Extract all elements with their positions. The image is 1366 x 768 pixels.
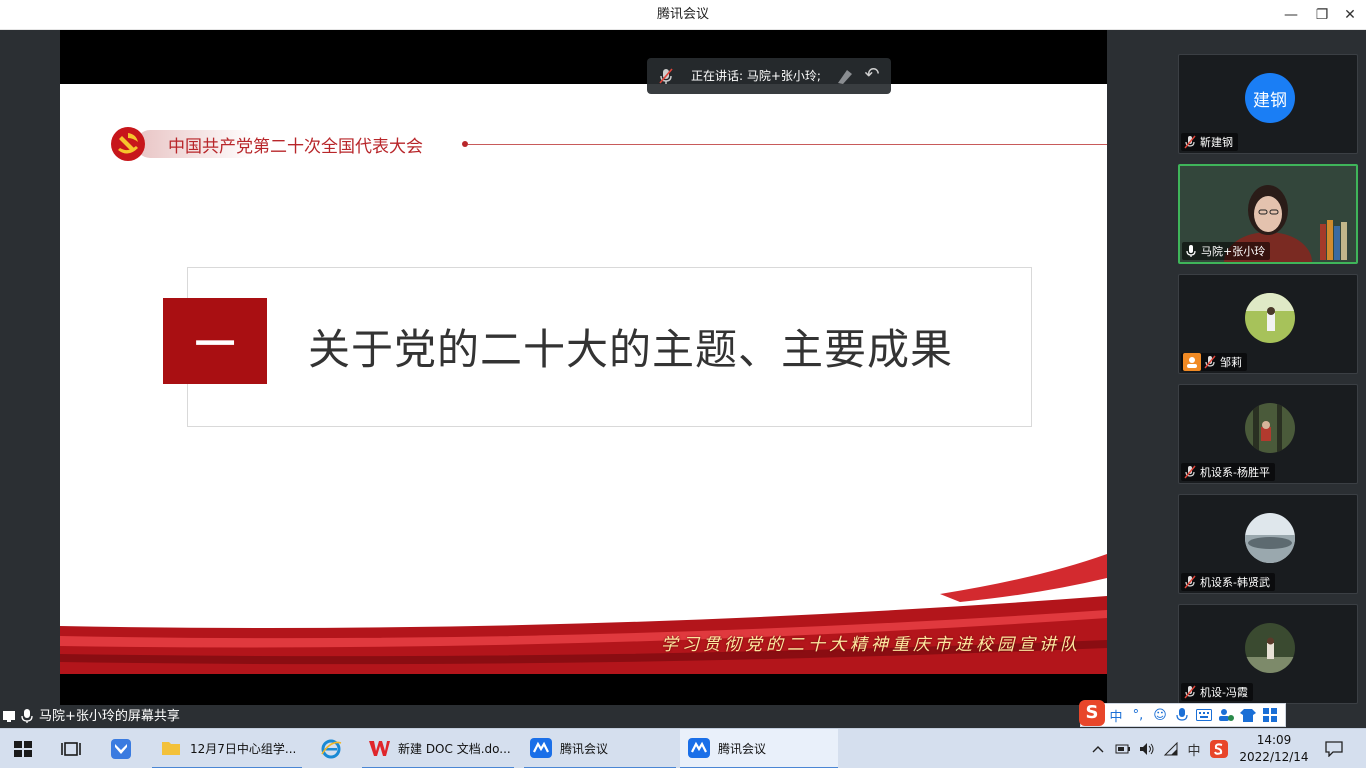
muted-mic-icon bbox=[659, 68, 673, 84]
muted-mic-icon bbox=[1184, 685, 1196, 699]
participant-name: 机设系-杨胜平 bbox=[1200, 466, 1270, 479]
participant-name: 机设-冯霞 bbox=[1200, 686, 1248, 699]
input-language-indicator[interactable]: 中 bbox=[1184, 729, 1204, 768]
title-bar: 腾讯会议 — ❐ ✕ bbox=[0, 0, 1366, 30]
section-number-box: 一 bbox=[163, 298, 267, 384]
slide-header: 中国共产党第二十次全国代表大会 bbox=[106, 124, 1107, 164]
wifi-icon[interactable] bbox=[1160, 729, 1182, 768]
speaking-label: 正在讲话: 马院+张小玲; bbox=[691, 69, 821, 83]
section-number: 一 bbox=[195, 322, 235, 368]
ie-browser-icon bbox=[321, 739, 342, 759]
red-ribbon-decoration bbox=[60, 554, 1107, 674]
taskbar-item-label: 新建 DOC 文档.do... bbox=[398, 741, 511, 756]
feishu-app-icon bbox=[111, 739, 131, 759]
avatar bbox=[1245, 623, 1295, 673]
participant-name-bar: 机设系-韩贤武 bbox=[1181, 573, 1275, 591]
taskbar-item-wps[interactable]: 新建 DOC 文档.do... bbox=[362, 729, 514, 768]
header-rule bbox=[468, 144, 1107, 145]
muted-mic-icon bbox=[1184, 135, 1196, 149]
close-button[interactable]: ✕ bbox=[1333, 0, 1366, 30]
skin-shirt-icon[interactable] bbox=[1237, 704, 1259, 726]
voice-input-icon[interactable] bbox=[1171, 704, 1193, 726]
participant-tile[interactable]: 机设-冯霞 bbox=[1178, 604, 1358, 704]
toolbox-grid-icon[interactable] bbox=[1259, 704, 1281, 726]
ime-toolbar: S 中 °, ☺ bbox=[1079, 700, 1286, 727]
shared-screen-area: 中国共产党第二十次全国代表大会 一 关于党的二十大的主题、主要成果 学习贯彻党的… bbox=[0, 30, 1168, 705]
keyboard-icon[interactable] bbox=[1193, 704, 1215, 726]
participant-tile[interactable]: 邹莉 bbox=[1178, 274, 1358, 374]
task-view-button[interactable] bbox=[60, 729, 86, 768]
sogou-logo-icon[interactable]: S bbox=[1079, 700, 1105, 726]
pinned-app-ie[interactable] bbox=[320, 729, 346, 768]
participant-name-bar: 机设系-杨胜平 bbox=[1181, 463, 1275, 481]
speaking-indicator: 正在讲话: 马院+张小玲; ↶ bbox=[647, 58, 891, 94]
party-emblem-icon bbox=[111, 127, 145, 161]
muted-mic-icon bbox=[1184, 575, 1196, 589]
annotation-pen-icon[interactable] bbox=[835, 66, 855, 86]
mic-icon bbox=[21, 709, 33, 723]
wps-icon bbox=[369, 741, 390, 756]
participant-tile[interactable]: 建钢 靳建钢 bbox=[1178, 54, 1358, 154]
taskbar-item-label: 腾讯会议 bbox=[560, 741, 609, 756]
sogou-tray-icon[interactable] bbox=[1208, 729, 1230, 768]
participant-name: 马院+张小玲 bbox=[1201, 245, 1266, 258]
clock-time: 14:09 bbox=[1256, 733, 1292, 747]
mic-icon bbox=[1186, 245, 1196, 257]
avatar bbox=[1245, 403, 1295, 453]
start-button[interactable] bbox=[12, 729, 38, 768]
participant-name: 机设系-韩贤武 bbox=[1200, 576, 1270, 589]
participant-name-bar: 靳建钢 bbox=[1181, 133, 1238, 151]
screen-share-label: 马院+张小玲的屏幕共享 bbox=[39, 709, 180, 724]
muted-mic-icon bbox=[1184, 465, 1196, 479]
minimize-button[interactable]: — bbox=[1274, 0, 1308, 30]
participant-name: 靳建钢 bbox=[1200, 136, 1233, 149]
notification-center-icon[interactable] bbox=[1322, 729, 1346, 768]
windows-logo-icon bbox=[14, 741, 32, 757]
participants-panel: 建钢 靳建钢 马院+张小玲 邹莉 机设系-杨胜平 机设系-韩贤武 机设-冯霞 bbox=[1168, 30, 1366, 728]
task-view-icon bbox=[61, 742, 81, 756]
volume-icon[interactable] bbox=[1136, 729, 1158, 768]
participant-name: 邹莉 bbox=[1220, 356, 1242, 369]
window-title: 腾讯会议 bbox=[656, 7, 709, 22]
section-topic: 关于党的二十大的主题、主要成果 bbox=[308, 325, 954, 374]
muted-mic-icon bbox=[1204, 355, 1216, 369]
taskbar-item-tencent-meeting[interactable]: 腾讯会议 bbox=[524, 729, 676, 768]
taskbar-item-folder[interactable]: 12月7日中心组学... bbox=[152, 729, 302, 768]
participant-tile[interactable]: 机设系-杨胜平 bbox=[1178, 384, 1358, 484]
participant-name-bar: 机设-冯霞 bbox=[1181, 683, 1253, 701]
windows-taskbar: 12月7日中心组学... 新建 DOC 文档.do... 腾讯会议 腾讯会议 中… bbox=[0, 728, 1366, 768]
avatar bbox=[1245, 293, 1295, 343]
avatar: 建钢 bbox=[1245, 73, 1295, 123]
taskbar-item-label: 腾讯会议 bbox=[718, 741, 767, 756]
participant-name-bar: 邹莉 bbox=[1181, 353, 1247, 371]
tencent-meeting-icon bbox=[688, 738, 710, 758]
host-badge-icon bbox=[1183, 353, 1201, 371]
participant-tile[interactable]: 机设系-韩贤武 bbox=[1178, 494, 1358, 594]
clock-date: 2022/12/14 bbox=[1239, 750, 1309, 764]
participant-name-bar: 马院+张小玲 bbox=[1182, 242, 1271, 260]
congress-title: 中国共产党第二十次全国代表大会 bbox=[168, 137, 423, 157]
tencent-meeting-icon bbox=[530, 738, 552, 758]
screen-share-status: 马院+张小玲的屏幕共享 bbox=[0, 705, 1168, 728]
pinned-app-feishu[interactable] bbox=[110, 729, 136, 768]
slide-motto: 学习贯彻党的二十大精神重庆市进校园宣讲队 bbox=[661, 635, 1081, 655]
ime-mode-toggle[interactable]: 中 bbox=[1105, 704, 1127, 726]
taskbar-item-label: 12月7日中心组学... bbox=[190, 741, 297, 756]
taskbar-item-tencent-meeting-active[interactable]: 腾讯会议 bbox=[680, 729, 838, 768]
emoji-icon[interactable]: ☺ bbox=[1149, 704, 1171, 726]
user-badge-icon[interactable] bbox=[1215, 704, 1237, 726]
undo-icon[interactable]: ↶ bbox=[861, 64, 883, 86]
battery-icon[interactable] bbox=[1112, 729, 1134, 768]
folder-icon bbox=[162, 742, 180, 755]
system-clock[interactable]: 14:09 2022/12/14 bbox=[1232, 732, 1316, 766]
participant-tile-active[interactable]: 马院+张小玲 bbox=[1178, 164, 1358, 264]
presentation-slide: 中国共产党第二十次全国代表大会 一 关于党的二十大的主题、主要成果 学习贯彻党的… bbox=[60, 84, 1107, 674]
screen-share-icon bbox=[3, 711, 15, 722]
tray-overflow-chevron-icon[interactable] bbox=[1088, 729, 1108, 768]
ime-punctuation-toggle[interactable]: °, bbox=[1127, 704, 1149, 726]
avatar bbox=[1245, 513, 1295, 563]
